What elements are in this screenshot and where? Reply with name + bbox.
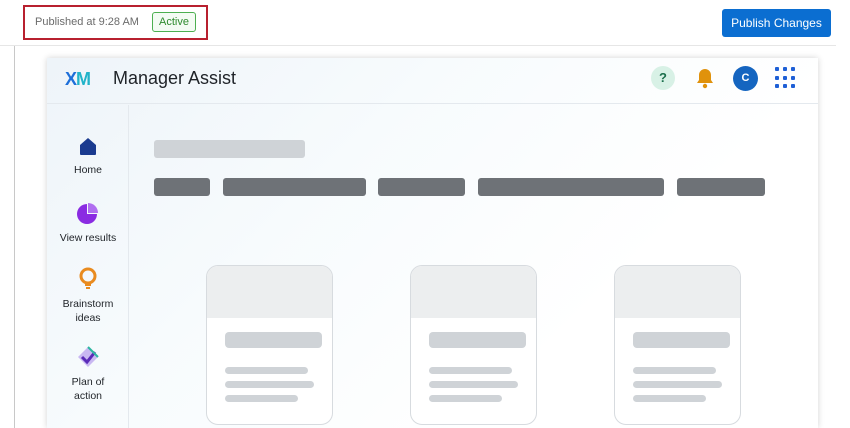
app-header: XM Manager Assist ? C [47, 58, 818, 104]
publish-bar: Published at 9:28 AM Active Publish Chan… [0, 0, 836, 46]
lightbulb-icon [79, 267, 97, 289]
skeleton-tab [223, 178, 366, 196]
app-preview: XM Manager Assist ? C Home View results [47, 58, 818, 428]
help-icon[interactable]: ? [651, 66, 675, 90]
avatar[interactable]: C [733, 66, 758, 91]
sidebar-item-label: View results [59, 232, 117, 244]
sidebar-item-plan-of-action[interactable]: Plan of action [47, 345, 129, 403]
sidebar-item-home[interactable]: Home [47, 135, 129, 177]
skeleton-card [614, 265, 741, 425]
publish-changes-button[interactable]: Publish Changes [722, 9, 831, 37]
skeleton-tab [378, 178, 465, 196]
home-icon [80, 138, 96, 155]
skeleton-title [154, 140, 305, 158]
sidebar: Home View results Brainstorm ideas Plan … [47, 105, 129, 428]
skeleton-card [206, 265, 333, 425]
sidebar-item-label: Brainstorm ideas [62, 298, 114, 324]
skeleton-card [410, 265, 537, 425]
sidebar-item-brainstorm-ideas[interactable]: Brainstorm ideas [47, 267, 129, 325]
sidebar-item-label: Plan of action [71, 376, 105, 402]
sidebar-item-view-results[interactable]: View results [47, 201, 129, 245]
diamond-check-icon [78, 346, 99, 367]
xm-logo: XM [65, 69, 91, 89]
pie-chart-icon [77, 203, 98, 224]
app-title: Manager Assist [113, 68, 237, 88]
bell-icon[interactable] [693, 66, 717, 90]
skeleton-tab [677, 178, 765, 196]
published-timestamp: Published at 9:28 AM [35, 16, 139, 28]
status-badge: Active [152, 12, 196, 32]
skeleton-tab [154, 178, 210, 196]
app-grid-icon[interactable] [775, 67, 797, 89]
sidebar-item-label: Home [73, 164, 102, 176]
skeleton-tab [478, 178, 664, 196]
